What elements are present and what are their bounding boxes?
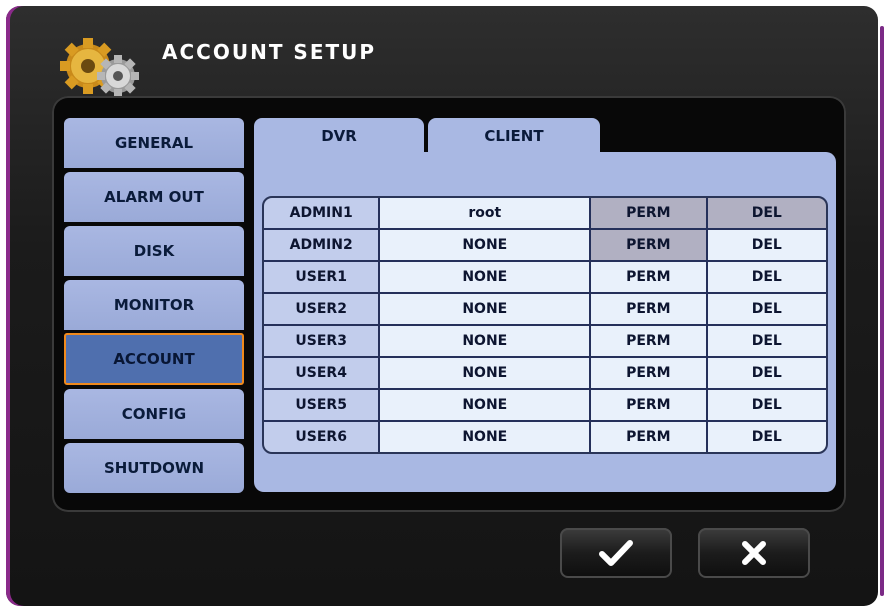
password-field[interactable]: NONE [380, 358, 592, 390]
menu-item-monitor[interactable]: MONITOR [64, 280, 244, 330]
delete-button[interactable]: DEL [707, 358, 826, 390]
table-row: USER2 NONE PERM DEL [264, 294, 826, 326]
page-title: ACCOUNT SETUP [162, 40, 377, 64]
delete-button[interactable]: DEL [707, 422, 826, 452]
user-name: USER6 [264, 422, 381, 452]
table-row: ADMIN2 NONE PERM DEL [264, 230, 826, 262]
delete-button[interactable]: DEL [707, 230, 826, 262]
delete-button[interactable]: DEL [707, 326, 826, 358]
password-field[interactable]: NONE [380, 294, 592, 326]
delete-button[interactable]: DEL [707, 198, 826, 230]
user-name: USER4 [264, 358, 381, 390]
ok-button[interactable] [560, 528, 672, 578]
password-field[interactable]: NONE [380, 422, 592, 452]
delete-button[interactable]: DEL [707, 390, 826, 422]
perm-button[interactable]: PERM [591, 198, 708, 230]
perm-button[interactable]: PERM [591, 422, 708, 452]
perm-button[interactable]: PERM [591, 358, 708, 390]
perm-button[interactable]: PERM [591, 230, 708, 262]
user-name: USER2 [264, 294, 381, 326]
user-name: USER1 [264, 262, 381, 294]
user-name: ADMIN2 [264, 230, 381, 262]
password-field[interactable]: root [380, 198, 592, 230]
menu-item-shutdown[interactable]: SHUTDOWN [64, 443, 244, 493]
table-row: USER6 NONE PERM DEL [264, 422, 826, 452]
user-name: ADMIN1 [264, 198, 381, 230]
tab-client[interactable]: CLIENT [428, 118, 600, 154]
table-row: USER3 NONE PERM DEL [264, 326, 826, 358]
table-row: ADMIN1 root PERM DEL [264, 198, 826, 230]
password-field[interactable]: NONE [380, 230, 592, 262]
user-name: USER5 [264, 390, 381, 422]
check-icon [599, 540, 633, 566]
menu-item-account[interactable]: ACCOUNT [64, 333, 244, 385]
perm-button[interactable]: PERM [591, 326, 708, 358]
menu-item-alarm-out[interactable]: ALARM OUT [64, 172, 244, 222]
tab-dvr[interactable]: DVR [254, 118, 424, 154]
delete-button[interactable]: DEL [707, 262, 826, 294]
close-icon [742, 541, 766, 565]
perm-button[interactable]: PERM [591, 294, 708, 326]
password-field[interactable]: NONE [380, 262, 592, 294]
table-row: USER5 NONE PERM DEL [264, 390, 826, 422]
menu-item-general[interactable]: GENERAL [64, 118, 244, 168]
password-field[interactable]: NONE [380, 390, 592, 422]
table-row: USER1 NONE PERM DEL [264, 262, 826, 294]
cancel-button[interactable] [698, 528, 810, 578]
delete-button[interactable]: DEL [707, 294, 826, 326]
table-row: USER4 NONE PERM DEL [264, 358, 826, 390]
menu-item-disk[interactable]: DISK [64, 226, 244, 276]
user-name: USER3 [264, 326, 381, 358]
password-field[interactable]: NONE [380, 326, 592, 358]
menu-item-config[interactable]: CONFIG [64, 389, 244, 439]
perm-button[interactable]: PERM [591, 262, 708, 294]
account-table: ADMIN1 root PERM DEL ADMIN2 NONE PERM DE… [262, 196, 828, 454]
perm-button[interactable]: PERM [591, 390, 708, 422]
